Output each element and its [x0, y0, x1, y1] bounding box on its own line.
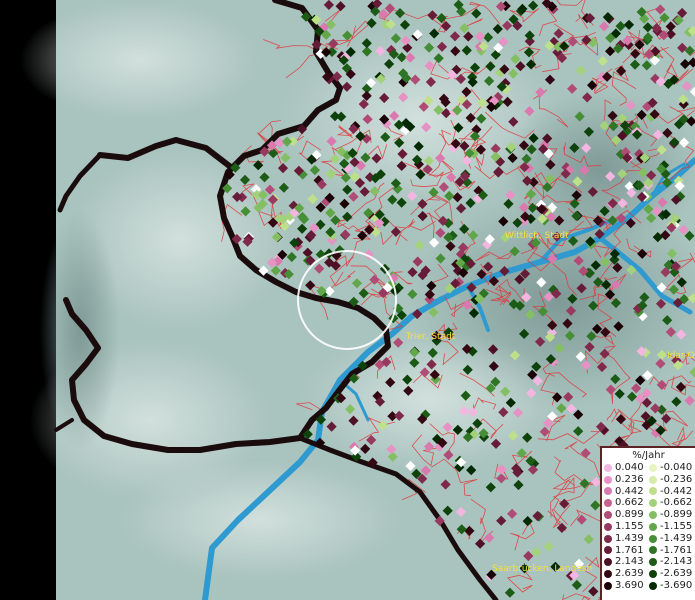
- legend: %/Jahr 0.040 -0.040 0.236 -0.236 0.442 -0.442…: [600, 446, 695, 600]
- legend-swatch-icon: [649, 499, 657, 508]
- legend-value-label: 1.439: [615, 532, 644, 544]
- legend-rows: 0.040 -0.040 0.236 -0.236 0.442 -0.442 0.662 -0…: [602, 462, 695, 592]
- legend-row: 1.439 -1.439: [602, 533, 695, 545]
- legend-swatch-icon: [604, 463, 612, 472]
- legend-value-label: -1.761: [660, 544, 693, 556]
- legend-swatch-icon: [649, 570, 657, 579]
- legend-swatch-icon: [604, 546, 612, 555]
- map-canvas[interactable]: Wittlich, Stadt Trier, Stadt Idar-O Saar…: [0, 0, 695, 600]
- legend-swatch-icon: [649, 487, 657, 496]
- legend-value-label: 3.690: [615, 579, 644, 591]
- legend-swatch-icon: [649, 581, 657, 590]
- legend-value-label: -2.143: [660, 556, 693, 568]
- legend-entry-negative: -1.761: [649, 545, 692, 557]
- city-label-wittlich: Wittlich, Stadt: [505, 231, 569, 241]
- legend-value-label: -0.040: [660, 462, 693, 473]
- legend-row: 0.662 -0.662: [602, 497, 695, 509]
- legend-value-label: -0.899: [660, 509, 693, 521]
- legend-row: 2.639 -2.639: [602, 568, 695, 580]
- legend-row: 2.143 -2.143: [602, 556, 695, 568]
- legend-swatch-icon: [604, 511, 612, 520]
- legend-row: 1.761 -1.761: [602, 545, 695, 557]
- legend-swatch-icon: [649, 522, 657, 531]
- legend-swatch-icon: [604, 581, 612, 590]
- legend-swatch-icon: [604, 487, 612, 496]
- legend-value-label: 0.442: [615, 485, 644, 497]
- legend-entry-positive: 0.040: [604, 462, 644, 474]
- city-label-idar-oberstein: Idar-O: [667, 351, 695, 361]
- legend-swatch-icon: [649, 546, 657, 555]
- legend-swatch-icon: [604, 499, 612, 508]
- legend-value-label: 0.236: [615, 473, 644, 485]
- legend-value-label: 2.143: [615, 556, 644, 568]
- legend-entry-negative: -1.155: [649, 521, 692, 533]
- legend-title: %/Jahr: [632, 450, 665, 461]
- legend-value-label: -0.662: [660, 497, 693, 509]
- legend-swatch-icon: [604, 534, 612, 543]
- legend-row: 0.442 -0.442: [602, 486, 695, 498]
- legend-swatch-icon: [604, 522, 612, 531]
- legend-row: 0.040 -0.040: [602, 462, 695, 474]
- legend-entry-negative: -1.439: [649, 533, 692, 545]
- legend-swatch-icon: [604, 570, 612, 579]
- legend-entry-positive: 2.639: [604, 568, 644, 580]
- legend-value-label: -1.155: [660, 520, 693, 532]
- legend-value-label: 0.040: [615, 462, 644, 473]
- legend-value-label: 0.899: [615, 509, 644, 521]
- legend-swatch-icon: [649, 511, 657, 520]
- legend-entry-positive: 0.662: [604, 497, 644, 509]
- city-label-saarbruecken: Saarbrücken, Landesh: [492, 564, 592, 574]
- legend-entry-positive: 1.155: [604, 521, 644, 533]
- legend-entry-positive: 0.899: [604, 509, 644, 521]
- legend-entry-positive: 0.442: [604, 486, 644, 498]
- legend-row: 0.236 -0.236: [602, 474, 695, 486]
- legend-value-label: 2.639: [615, 568, 644, 580]
- legend-entry-positive: 0.236: [604, 474, 644, 486]
- legend-value-label: -0.236: [660, 473, 693, 485]
- legend-swatch-icon: [604, 475, 612, 484]
- legend-value-label: -0.442: [660, 485, 693, 497]
- legend-value-label: 0.662: [615, 497, 644, 509]
- legend-row: 3.690 -3.690: [602, 580, 695, 592]
- city-label-trier: Trier, Stadt: [405, 332, 456, 342]
- legend-swatch-icon: [649, 534, 657, 543]
- legend-value-label: -1.439: [660, 532, 693, 544]
- legend-entry-negative: -0.442: [649, 486, 692, 498]
- legend-swatch-icon: [604, 558, 612, 567]
- legend-entry-positive: 2.143: [604, 556, 644, 568]
- legend-value-label: -2.639: [660, 568, 693, 580]
- legend-entry-negative: -3.690: [649, 580, 692, 592]
- legend-entry-negative: -2.143: [649, 556, 692, 568]
- legend-entry-negative: -0.662: [649, 497, 692, 509]
- legend-value-label: 1.155: [615, 520, 644, 532]
- legend-entry-negative: -2.639: [649, 568, 692, 580]
- legend-entry-negative: -0.236: [649, 474, 692, 486]
- legend-swatch-icon: [649, 463, 657, 472]
- legend-row: 0.899 -0.899: [602, 509, 695, 521]
- legend-entry-positive: 1.439: [604, 533, 644, 545]
- legend-value-label: -3.690: [660, 579, 693, 591]
- legend-entry-negative: -0.040: [649, 462, 692, 474]
- legend-row: 1.155 -1.155: [602, 521, 695, 533]
- legend-value-label: 1.761: [615, 544, 644, 556]
- legend-swatch-icon: [649, 475, 657, 484]
- legend-entry-negative: -0.899: [649, 509, 692, 521]
- legend-swatch-icon: [649, 558, 657, 567]
- legend-entry-positive: 3.690: [604, 580, 644, 592]
- legend-entry-positive: 1.761: [604, 545, 644, 557]
